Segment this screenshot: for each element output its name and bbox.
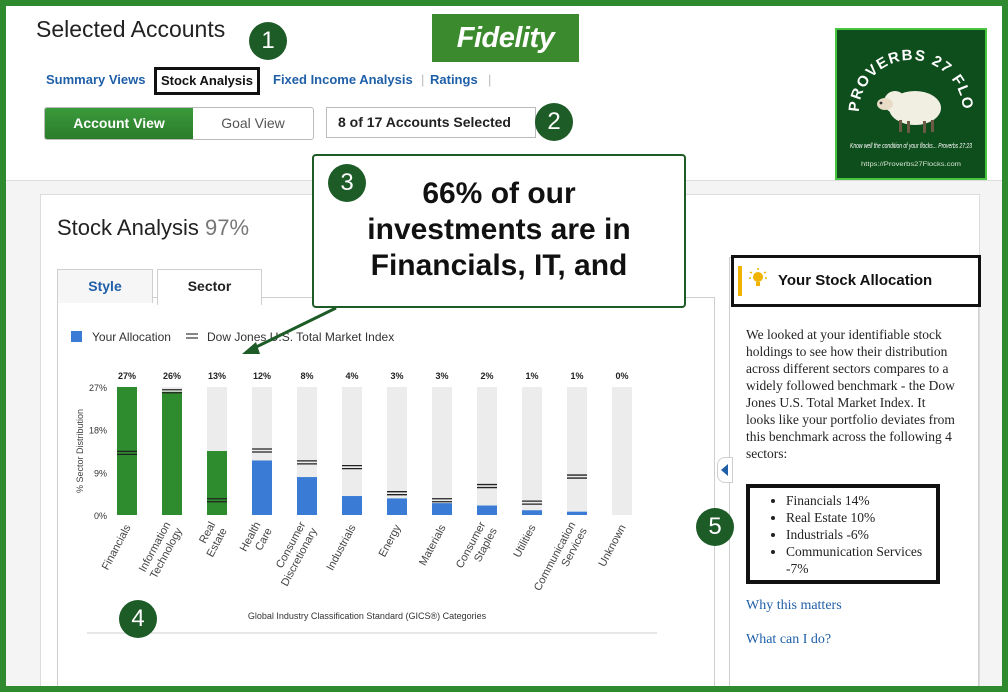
- list-item: Real Estate 10%: [786, 509, 936, 526]
- marker-5: 5: [696, 508, 734, 546]
- x-tick-label: Energy: [377, 522, 404, 559]
- x-tick-label: Financials: [100, 522, 134, 572]
- bar-track: [342, 387, 362, 515]
- tab-ratings[interactable]: Ratings: [430, 72, 478, 87]
- fidelity-logo: Fidelity: [432, 14, 579, 62]
- data-label: 13%: [208, 371, 226, 381]
- data-label: 8%: [300, 371, 313, 381]
- x-tick-label: CommunicationServices: [532, 520, 590, 600]
- bar-your-allocation-1: [162, 391, 182, 515]
- bar-track: [387, 387, 407, 515]
- bar-track: [522, 387, 542, 515]
- accounts-selected-dropdown[interactable]: 8 of 17 Accounts Selected: [326, 107, 536, 138]
- why-this-matters-link[interactable]: Why this matters: [746, 598, 842, 614]
- deviation-list-box: Financials 14% Real Estate 10% Industria…: [746, 484, 940, 584]
- page-title: Selected Accounts: [36, 16, 226, 42]
- sector-distribution-chart: Your Allocation Dow Jones U.S. Total Mark…: [71, 330, 657, 634]
- marker-3: 3: [328, 164, 366, 202]
- bar-your-allocation-9: [522, 510, 542, 515]
- data-label: 3%: [390, 371, 403, 381]
- bar-your-allocation-10: [567, 511, 587, 515]
- view-toggle: Account View Goal View: [44, 107, 314, 140]
- tab-summary-views[interactable]: Summary Views: [46, 72, 145, 87]
- data-label: 1%: [570, 371, 583, 381]
- what-can-i-do-link[interactable]: What can I do?: [746, 632, 831, 648]
- bar-track: [567, 387, 587, 515]
- bar-your-allocation-6: [387, 498, 407, 515]
- x-tick-label: Utilities: [511, 522, 538, 559]
- deviation-list: Financials 14% Real Estate 10% Industria…: [750, 492, 936, 577]
- bar-track: [432, 387, 452, 515]
- bar-your-allocation-2: [207, 451, 227, 515]
- list-item: Financials 14%: [786, 492, 936, 509]
- sheep-icon: [877, 91, 941, 133]
- x-tick-label: InformationTechnology: [137, 520, 185, 581]
- marker-1: 1: [249, 22, 287, 60]
- x-axis-label: Global Industry Classification Standard …: [248, 611, 487, 621]
- tab-fixed-income-analysis[interactable]: Fixed Income Analysis: [273, 72, 413, 87]
- x-tick-label: ConsumerDiscretionary: [268, 520, 320, 589]
- accent-bar: [738, 266, 742, 296]
- y-tick-label: 9%: [94, 468, 107, 478]
- tab-stock-analysis[interactable]: Stock Analysis: [154, 67, 260, 95]
- data-label: 3%: [435, 371, 448, 381]
- x-tick-label: Unknown: [597, 523, 629, 569]
- bar-your-allocation-3: [252, 460, 272, 515]
- allocation-description: We looked at your identifiable stock hol…: [746, 327, 955, 461]
- bar-your-allocation-5: [342, 496, 362, 515]
- data-label: 27%: [118, 371, 136, 381]
- tab-divider: |: [488, 72, 492, 87]
- flocks-logo-graphic: PROVERBS 27 FLOCKS Know well the conditi…: [837, 30, 975, 168]
- callout-text: 66% of our investments are in Financials…: [367, 177, 631, 282]
- y-tick-label: 18%: [89, 426, 107, 436]
- legend-label-your-allocation: Your Allocation: [92, 330, 171, 344]
- bar-your-allocation-7: [432, 503, 452, 515]
- x-tick-label: Industrials: [325, 522, 359, 572]
- stock-analysis-percent: 97%: [204, 215, 250, 240]
- x-tick-label: Materials: [417, 522, 449, 567]
- bar-your-allocation-4: [297, 477, 317, 515]
- x-tick-label: ConsumerStaples: [454, 520, 500, 577]
- list-item: Communication Services -7%: [786, 543, 936, 577]
- stock-analysis-title: Stock Analysis 97%: [57, 215, 249, 241]
- your-stock-allocation-header: Your Stock Allocation: [731, 255, 981, 307]
- y-tick-label: 0%: [94, 511, 107, 521]
- legend-swatch-your-allocation: [71, 331, 82, 342]
- callout-arrow: [242, 306, 337, 354]
- x-tick-label: RealEstate: [193, 520, 230, 559]
- y-tick-label: 27%: [89, 383, 107, 393]
- data-label: 12%: [253, 371, 271, 381]
- x-tick-label: HealthCare: [238, 520, 275, 560]
- data-label: 2%: [480, 371, 493, 381]
- lightbulb-icon: [749, 268, 767, 286]
- tab-style[interactable]: Style: [57, 269, 153, 303]
- data-label: 26%: [163, 371, 181, 381]
- your-stock-allocation-title: Your Stock Allocation: [778, 272, 933, 289]
- goal-view-button[interactable]: Goal View: [193, 108, 313, 139]
- panel-collapse-toggle[interactable]: [717, 457, 733, 483]
- allocation-side-panel: We looked at your identifiable stock hol…: [729, 257, 979, 686]
- stock-analysis-heading: Stock Analysis: [57, 215, 199, 240]
- data-label: 1%: [525, 371, 538, 381]
- marker-4: 4: [119, 600, 157, 638]
- bar-track: [477, 387, 497, 515]
- annotation-callout: 66% of our investments are in Financials…: [312, 154, 686, 308]
- data-label: 4%: [345, 371, 358, 381]
- y-axis-label: % Sector Distribution: [75, 409, 85, 493]
- proverbs-27-flocks-logo: PROVERBS 27 FLOCKS Know well the conditi…: [835, 28, 987, 180]
- tab-sector[interactable]: Sector: [157, 269, 262, 305]
- bar-track: [612, 387, 632, 515]
- list-item: Industrials -6%: [786, 526, 936, 543]
- account-view-button[interactable]: Account View: [45, 108, 193, 139]
- marker-2: 2: [535, 103, 573, 141]
- badge-tagline: Know well the condition of your flocks..…: [850, 143, 972, 150]
- tab-divider: |: [421, 72, 425, 87]
- badge-url: https://Proverbs27Flocks.com: [861, 162, 961, 168]
- bar-your-allocation-8: [477, 505, 497, 515]
- data-label: 0%: [615, 371, 628, 381]
- app-frame: Selected Accounts 1 Fidelity Summary Vie…: [6, 6, 1002, 686]
